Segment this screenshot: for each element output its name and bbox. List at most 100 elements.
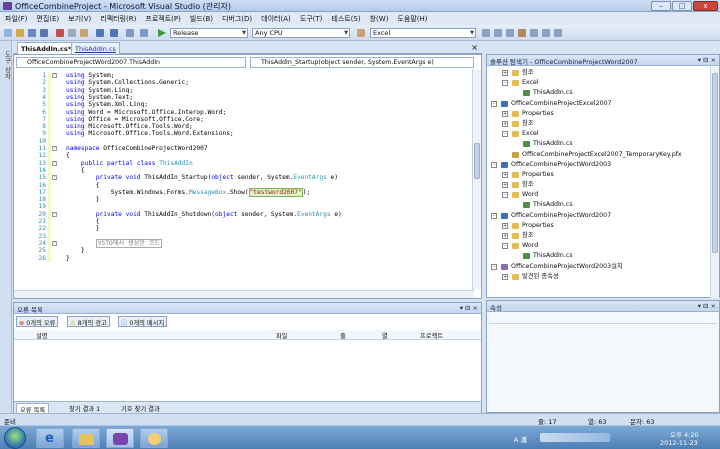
collapse-icon[interactable]: -: [502, 80, 508, 87]
warnings-filter-button[interactable]: ⚠ 8개의 경고: [67, 316, 110, 327]
menu-help[interactable]: 도움말(H): [392, 12, 431, 24]
tree-item[interactable]: ThisAddIn.cs: [487, 200, 712, 210]
expand-icon[interactable]: +: [502, 222, 508, 229]
tree-item[interactable]: + 참조: [487, 231, 712, 241]
close-button[interactable]: x: [693, 1, 718, 11]
clock-time[interactable]: 오후 4:20: [670, 429, 699, 439]
properties-window-icon[interactable]: [494, 29, 502, 37]
editor-vertical-scrollbar[interactable]: [472, 69, 481, 290]
toolbar-options-icon[interactable]: [554, 29, 562, 37]
code-line[interactable]: using System.Linq;: [66, 87, 133, 94]
menu-build[interactable]: 빌드(B): [185, 12, 217, 24]
outline-toggle-icon[interactable]: -: [52, 160, 57, 166]
close-tab-icon[interactable]: ×: [471, 43, 478, 52]
copy-icon[interactable]: [68, 29, 76, 37]
redo-icon[interactable]: [110, 29, 118, 37]
outline-toggle-icon[interactable]: -: [52, 240, 57, 246]
tree-item[interactable]: - OfficeCombineProjectWord2003: [487, 160, 712, 170]
solution-platform-select[interactable]: Any CPU ▼: [252, 28, 350, 38]
column-column[interactable]: 열: [382, 331, 388, 340]
code-line[interactable]: System.Windows.Forms.MessageBox.Show("te…: [66, 187, 310, 197]
code-line[interactable]: using System.Text;: [66, 94, 133, 101]
column-line[interactable]: 줄: [340, 331, 346, 340]
panel-pin-close-icons[interactable]: ▾ ⊟ ×: [698, 56, 716, 64]
code-line[interactable]: {: [66, 167, 85, 174]
menu-test[interactable]: 테스트(S): [326, 12, 364, 24]
collapse-icon[interactable]: -: [502, 192, 508, 199]
tree-item[interactable]: ThisAddIn.cs: [487, 139, 712, 149]
code-line[interactable]: public partial class ThisAddIn: [66, 160, 193, 167]
tree-item[interactable]: - Excel: [487, 78, 712, 88]
code-line[interactable]: {: [66, 152, 70, 159]
paste-icon[interactable]: [80, 29, 88, 37]
menu-file[interactable]: 파일(F): [0, 12, 31, 24]
find-in-files-icon[interactable]: [357, 29, 365, 37]
tree-item[interactable]: ThisAddIn.cs: [487, 251, 712, 261]
paint-taskbar-button[interactable]: [140, 428, 168, 448]
new-project-icon[interactable]: [4, 29, 12, 37]
navigate-back-icon[interactable]: [126, 29, 134, 37]
errors-filter-button[interactable]: ⊗ 0개의 오류: [16, 316, 59, 327]
expand-icon[interactable]: +: [502, 120, 508, 127]
cut-icon[interactable]: [56, 29, 64, 37]
tree-item[interactable]: + 참조: [487, 180, 712, 190]
class-view-icon[interactable]: [542, 29, 550, 37]
collapse-icon[interactable]: -: [491, 263, 497, 270]
code-line[interactable]: namespace OfficeCombineProjectWord2007: [66, 145, 208, 152]
internet-explorer-taskbar-button[interactable]: e: [36, 428, 64, 448]
outline-toggle-icon[interactable]: -: [52, 73, 57, 78]
code-line[interactable]: }: [66, 255, 70, 262]
code-line[interactable]: private void ThisAddIn_Startup(object se…: [66, 174, 338, 181]
collapse-icon[interactable]: -: [491, 212, 497, 219]
explorer-taskbar-button[interactable]: [72, 428, 100, 448]
find-combo[interactable]: Excel ▼: [370, 28, 476, 38]
maximize-button[interactable]: □: [672, 1, 692, 11]
outline-toggle-icon[interactable]: -: [52, 146, 57, 151]
tree-item[interactable]: - OfficeCombineProjectExcel2007: [487, 99, 712, 109]
expand-icon[interactable]: +: [502, 110, 508, 117]
tree-item[interactable]: + 참조: [487, 119, 712, 129]
messages-filter-button[interactable]: ⓘ 0개의 메시지: [118, 316, 168, 327]
collapse-icon[interactable]: -: [502, 243, 508, 250]
tree-item[interactable]: + 발견된 종속성: [487, 272, 712, 282]
tree-item[interactable]: - Excel: [487, 129, 712, 139]
collapse-icon[interactable]: -: [502, 131, 508, 138]
tree-item[interactable]: + 참조: [487, 68, 712, 78]
code-editor[interactable]: OfficeCombineProjectWord2007.ThisAddIn T…: [13, 54, 482, 299]
editor-horizontal-scrollbar[interactable]: [14, 290, 474, 298]
tree-item[interactable]: - Word: [487, 241, 712, 251]
open-icon[interactable]: [16, 29, 24, 37]
code-line[interactable]: }: [66, 247, 85, 254]
start-page-icon[interactable]: [530, 29, 538, 37]
solution-explorer-icon[interactable]: [482, 29, 490, 37]
code-line[interactable]: using System.Xml.Linq;: [66, 101, 148, 108]
menu-tools[interactable]: 도구(T): [295, 12, 327, 24]
tree-item[interactable]: - Word: [487, 190, 712, 200]
code-line[interactable]: using Office = Microsoft.Office.Core;: [66, 116, 204, 123]
panel-pin-close-icons[interactable]: ▾ ⊟ ×: [698, 302, 716, 310]
scroll-thumb[interactable]: [712, 73, 718, 253]
code-line[interactable]: {: [66, 182, 100, 189]
code-line[interactable]: using Microsoft.Office.Tools.Word.Extens…: [66, 130, 234, 137]
outline-toggle-icon[interactable]: -: [52, 211, 57, 217]
menu-debug[interactable]: 디버그(D): [217, 12, 256, 24]
code-line[interactable]: using System.Collections.Generic;: [66, 79, 189, 86]
tray-icons[interactable]: [540, 433, 610, 442]
tree-item[interactable]: + Properties: [487, 170, 712, 180]
tree-item[interactable]: + Properties: [487, 109, 712, 119]
tree-item[interactable]: - OfficeCombineProjectWord2003설치: [487, 262, 712, 272]
member-navigation-combo[interactable]: ThisAddIn_Startup(object sender, System.…: [250, 57, 474, 68]
code-area[interactable]: 1 using System; 2 using System.Collections.…: [14, 72, 474, 290]
ime-indicator[interactable]: A 漢: [514, 434, 527, 444]
tree-item[interactable]: ThisAddIn.cs: [487, 88, 712, 98]
tab-thisaddin-word2007[interactable]: ThisAddIn.cs*: [17, 42, 76, 54]
code-line[interactable]: VSTO에서 생성한 코드: [66, 238, 163, 248]
expand-icon[interactable]: +: [502, 70, 508, 76]
save-icon[interactable]: [28, 29, 36, 37]
panel-pin-close-icons[interactable]: ▾ ⊟ ×: [460, 304, 478, 312]
code-line[interactable]: }: [66, 225, 100, 232]
column-description[interactable]: 설명: [36, 331, 48, 340]
object-browser-icon[interactable]: [506, 29, 514, 37]
code-line[interactable]: using Word = Microsoft.Office.Interop.Wo…: [66, 109, 226, 116]
menu-window[interactable]: 창(W): [365, 12, 393, 24]
